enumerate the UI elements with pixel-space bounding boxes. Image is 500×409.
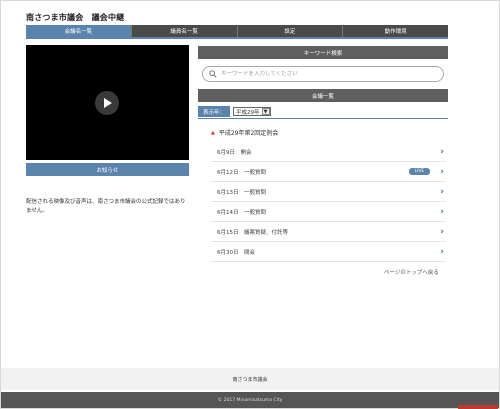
list-item[interactable]: 6月12日 一般質問 LIVE › [211, 162, 446, 182]
year-select[interactable]: 平成29年 ▼ [233, 107, 271, 116]
chevron-right-icon: › [440, 146, 444, 157]
meeting-list-header: 会議一覧 [198, 89, 448, 102]
nav-tab-member-list[interactable]: 議員名一覧 [131, 25, 238, 37]
footer-name-label: 南さつま市議会 [232, 376, 268, 383]
play-icon [104, 98, 112, 108]
list-item[interactable]: 6月14日 一般質問 › [211, 202, 446, 222]
triangle-icon: ▲ [211, 129, 215, 136]
list-item-label: 6月9日 開会 [217, 149, 252, 156]
list-item[interactable]: 6月9日 開会 › [211, 142, 446, 162]
nav-tab-settings[interactable]: 設定 [237, 25, 344, 37]
chevron-right-icon: › [440, 206, 444, 217]
search-box[interactable] [202, 66, 444, 82]
list-item[interactable]: 6月30日 閉会 › [211, 242, 446, 262]
session-title-label: 平成29年第2回定例会 [218, 130, 279, 137]
play-button[interactable] [95, 91, 119, 115]
search-icon [209, 70, 217, 78]
year-label: 表示年： [198, 106, 231, 117]
notice-text: 配信される映像及び音声は、南さつま市議会の公式記録ではありません。 [26, 199, 186, 214]
nav-tab-meeting-list[interactable]: 会議名一覧 [26, 25, 132, 37]
back-to-top-link[interactable]: ページのトップへ戻る [384, 268, 439, 276]
list-item-label: 6月30日 閉会 [217, 249, 255, 256]
year-select-value: 平成29年 [236, 109, 260, 116]
nav-underline [26, 37, 448, 39]
corner-marker [458, 405, 498, 409]
chevron-right-icon: › [440, 246, 444, 257]
copyright-text: © 2017 Minamisatsuma City [217, 397, 283, 403]
list-item[interactable]: 6月15日 議案質疑、付託等 › [211, 222, 446, 242]
nav-tab-environment[interactable]: 動作環境 [343, 25, 448, 37]
chevron-right-icon: › [440, 166, 444, 177]
list-item-label: 6月12日 一般質問 [217, 169, 266, 176]
list-item[interactable]: 6月13日 一般質問 › [211, 182, 446, 202]
year-selector-row: 表示年： 平成29年 ▼ [198, 106, 271, 117]
session-title[interactable]: ▲ 平成29年第2回定例会 [211, 128, 279, 138]
list-item-label: 6月15日 議案質疑、付託等 [217, 229, 288, 236]
chevron-right-icon: › [440, 226, 444, 237]
site-title: 南さつま市議会 議会中継 [26, 13, 125, 22]
live-badge: LIVE [408, 168, 431, 175]
search-input[interactable] [221, 71, 441, 77]
year-divider [198, 118, 448, 119]
list-item-label: 6月13日 一般質問 [217, 189, 266, 196]
notice-header: お知らせ [26, 163, 189, 176]
chevron-right-icon: › [440, 186, 444, 197]
keyword-search-header: キーワード検索 [198, 46, 448, 59]
list-item-label: 6月14日 一般質問 [217, 209, 266, 216]
footer-name: 南さつま市議会 [1, 368, 499, 390]
main-nav: 会議名一覧 議員名一覧 設定 動作環境 [26, 25, 448, 37]
chevron-down-icon[interactable]: ▼ [261, 108, 270, 115]
footer-copyright: © 2017 Minamisatsuma City [1, 392, 499, 408]
meeting-day-list: 6月9日 開会 › 6月12日 一般質問 LIVE › 6月13日 一般質問 ›… [211, 142, 446, 262]
